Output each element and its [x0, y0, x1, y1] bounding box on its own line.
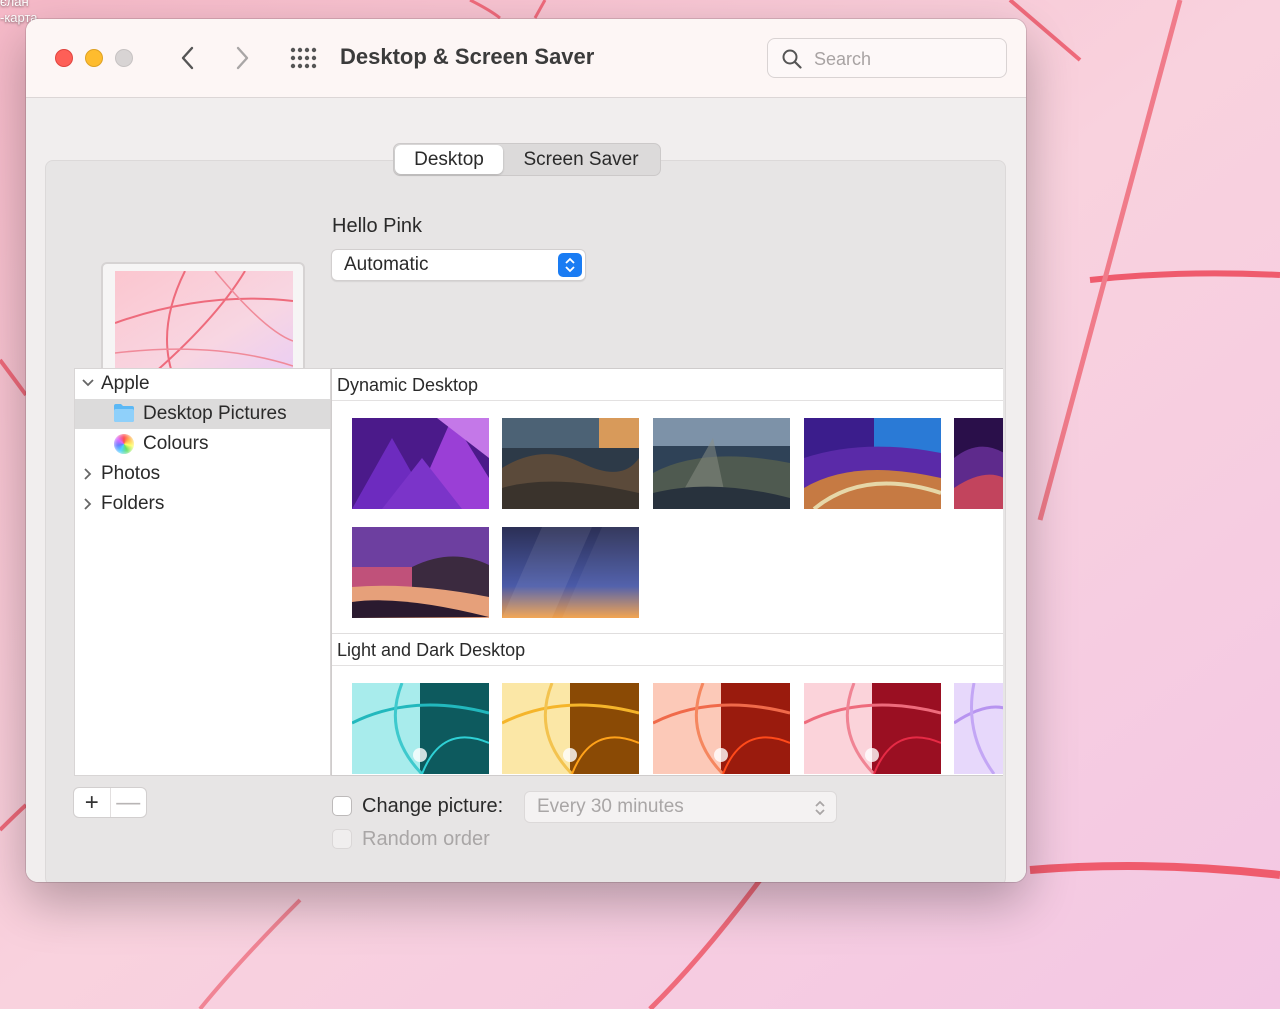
tab-segmented-control: Desktop Screen Saver	[393, 143, 661, 176]
wallpaper-thumbnail[interactable]	[954, 418, 1003, 509]
sidebar-item-label: Desktop Pictures	[143, 403, 287, 424]
section-title: Light and Dark Desktop	[337, 640, 526, 660]
wallpaper-thumbnail[interactable]	[653, 418, 790, 509]
wallpaper-thumbnail[interactable]	[804, 683, 941, 774]
zoom-button[interactable]	[115, 49, 133, 67]
up-down-chevron-icon	[815, 800, 825, 816]
wallpaper-grid: Dynamic Desktop Light and Dark Desktop	[331, 368, 1003, 776]
back-button[interactable]	[174, 45, 200, 71]
search-icon	[782, 49, 802, 69]
forward-button[interactable]	[230, 45, 256, 71]
source-list: Apple Desktop Pictures Colours Photos Fo…	[74, 368, 331, 776]
add-remove-control: + —	[73, 787, 147, 818]
desktop-item-label[interactable]: єлан	[0, 0, 29, 9]
random-order-checkbox[interactable]	[332, 829, 352, 849]
close-button[interactable]	[55, 49, 73, 67]
picture-name: Hello Pink	[332, 215, 423, 237]
remove-folder-button[interactable]: —	[109, 788, 147, 817]
chevron-left-icon	[181, 46, 194, 70]
sidebar-item-desktop-pictures[interactable]: Desktop Pictures	[75, 399, 330, 429]
select-stepper-icon	[558, 253, 582, 277]
wallpaper-thumbnail[interactable]	[352, 418, 489, 509]
change-interval-value: Every 30 minutes	[537, 796, 684, 817]
change-picture-checkbox[interactable]	[332, 796, 352, 816]
wallpaper-thumbnail[interactable]	[502, 418, 639, 509]
window-title: Desktop & Screen Saver	[340, 44, 595, 69]
sidebar-item-folders[interactable]: Folders	[75, 489, 330, 519]
section-header-dynamic: Dynamic Desktop	[332, 369, 1003, 401]
title-bar: Desktop & Screen Saver	[26, 19, 1026, 98]
sidebar-item-label: Photos	[101, 463, 161, 484]
section-header-light-dark: Light and Dark Desktop	[332, 634, 1003, 666]
content-area: Desktop Screen Saver Hello Pink Automati…	[26, 98, 1026, 882]
tab-screen-saver[interactable]: Screen Saver	[503, 145, 659, 174]
sidebar-item-apple[interactable]: Apple	[75, 369, 330, 399]
sidebar-item-label: Colours	[143, 433, 209, 454]
color-wheel-icon	[114, 434, 134, 454]
show-all-button[interactable]	[290, 45, 318, 71]
wallpaper-thumbnail[interactable]	[954, 683, 1003, 774]
change-interval-select[interactable]: Every 30 minutes	[524, 791, 837, 823]
search-field[interactable]	[767, 38, 1007, 79]
wallpaper-thumbnail[interactable]	[352, 683, 489, 774]
appearance-mode-value: Automatic	[344, 254, 429, 275]
wallpaper-thumbnail[interactable]	[653, 683, 790, 774]
minimize-button[interactable]	[85, 49, 103, 67]
sidebar-item-label: Folders	[101, 493, 165, 514]
random-order-label: Random order	[362, 828, 490, 850]
search-input[interactable]	[812, 39, 1001, 79]
sidebar-item-colours[interactable]: Colours	[75, 429, 330, 459]
sidebar-item-label: Apple	[101, 373, 150, 394]
sidebar-item-photos[interactable]: Photos	[75, 459, 330, 489]
appearance-mode-select[interactable]: Automatic	[331, 249, 586, 281]
folder-icon	[114, 404, 134, 422]
add-folder-button[interactable]: +	[74, 788, 110, 817]
preferences-window: Desktop & Screen Saver Desktop Screen Sa…	[26, 19, 1026, 882]
section-title: Dynamic Desktop	[337, 375, 479, 395]
hello-pink-preview-image	[115, 271, 293, 381]
wallpaper-thumbnail[interactable]	[502, 683, 639, 774]
change-picture-label: Change picture:	[362, 795, 504, 817]
chevron-right-icon	[84, 498, 92, 510]
grid-icon	[290, 47, 317, 69]
chevron-right-icon	[84, 468, 92, 480]
tab-desktop[interactable]: Desktop	[395, 145, 503, 174]
chevron-down-icon	[82, 379, 94, 387]
chevron-right-icon	[236, 46, 249, 70]
wallpaper-thumbnail[interactable]	[804, 418, 941, 509]
wallpaper-thumbnail[interactable]	[502, 527, 639, 618]
wallpaper-thumbnail[interactable]	[352, 527, 489, 618]
